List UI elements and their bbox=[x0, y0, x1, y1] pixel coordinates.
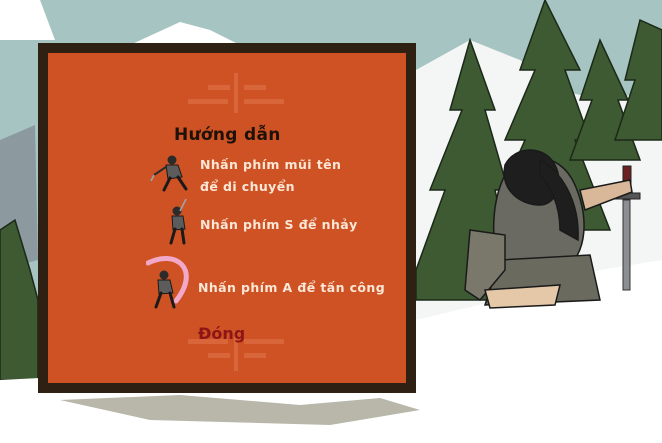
instructions-dialog: Hướng dẫn Nhấn phím mũi tên để di chuyển… bbox=[38, 43, 416, 393]
ninja-attack-icon bbox=[146, 256, 189, 309]
decorative-mark-bottom bbox=[244, 339, 284, 344]
ninja-run-icon bbox=[150, 155, 188, 192]
dialog-title: Hướng dẫn bbox=[174, 125, 281, 145]
ninja-jump-icon bbox=[169, 199, 187, 245]
decorative-mark-top bbox=[234, 73, 238, 113]
decorative-mark-top bbox=[244, 99, 284, 104]
decorative-mark-top bbox=[188, 99, 228, 104]
decorative-mark-bottom bbox=[208, 353, 230, 358]
decorative-mark-top bbox=[244, 85, 266, 90]
decorative-mark-bottom bbox=[244, 353, 266, 358]
decorative-mark-top bbox=[208, 85, 230, 90]
close-button[interactable]: Đóng bbox=[198, 324, 245, 343]
instruction-text: để di chuyển bbox=[200, 179, 295, 194]
instruction-text: Nhấn phím mũi tên bbox=[200, 157, 342, 172]
instructions-panel: Hướng dẫn Nhấn phím mũi tên để di chuyển… bbox=[48, 53, 406, 383]
instruction-text: Nhấn phím A để tấn công bbox=[198, 280, 386, 295]
instruction-text: Nhấn phím S để nhảy bbox=[200, 217, 358, 232]
